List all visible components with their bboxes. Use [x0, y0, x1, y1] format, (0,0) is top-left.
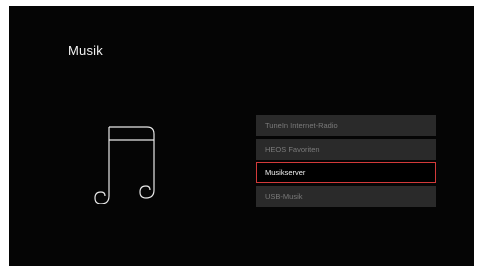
- music-note-icon: [94, 126, 155, 204]
- menu-item-heos-favoriten[interactable]: HEOS Favoriten: [256, 138, 436, 160]
- tv-screen: Musik TuneIn Internet-Radio HEOS Favorit…: [9, 6, 474, 266]
- menu-item-tunein-internet-radio[interactable]: TuneIn Internet-Radio: [256, 115, 436, 136]
- menu-item-musikserver[interactable]: Musikserver: [256, 162, 436, 183]
- menu-item-usb-musik[interactable]: USB-Musik: [256, 185, 436, 207]
- page-title: Musik: [68, 43, 103, 58]
- source-menu: TuneIn Internet-Radio HEOS Favoriten Mus…: [256, 115, 436, 209]
